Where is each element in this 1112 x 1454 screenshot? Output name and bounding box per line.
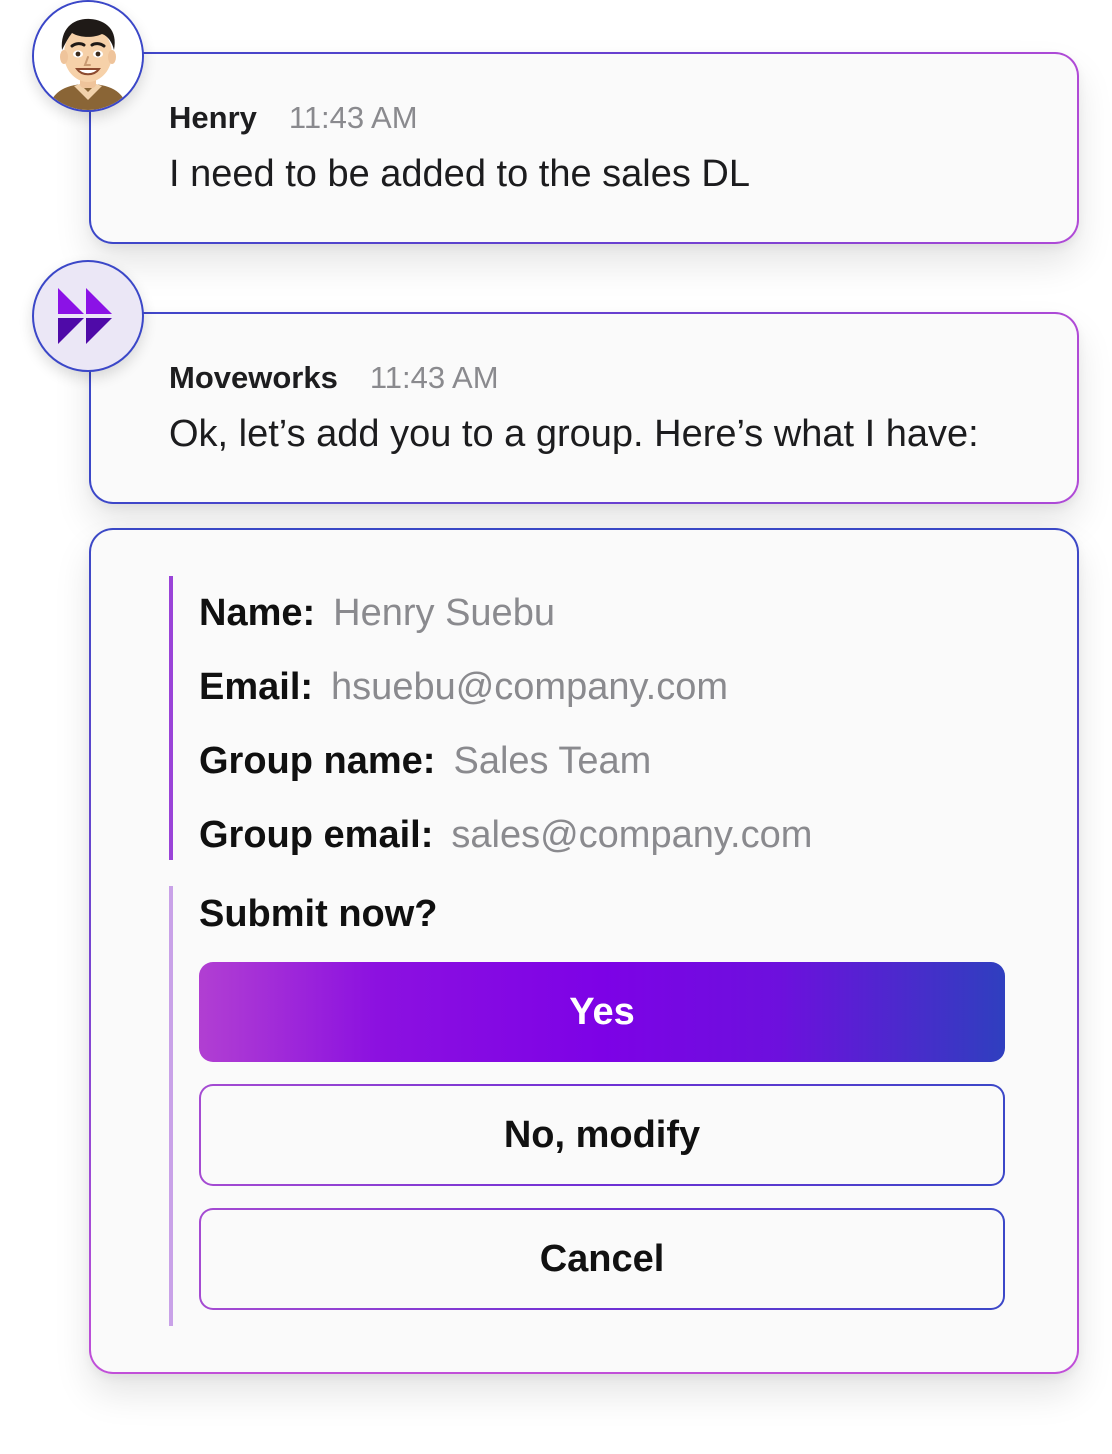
field-label: Name:: [199, 591, 316, 634]
message-header: Moveworks 11:43 AM: [169, 358, 499, 398]
message-text: Ok, let’s add you to a group. Here’s wha…: [169, 413, 979, 455]
moveworks-avatar: [32, 260, 144, 372]
field-group-name: Group name: Sales Team: [199, 724, 999, 798]
sender-name: Moveworks: [169, 360, 338, 395]
sender-name: Henry: [169, 100, 257, 135]
message-timestamp: 11:43 AM: [288, 100, 418, 135]
submit-section: Submit now? Yes No, modify Cancel: [169, 886, 1005, 1326]
message-timestamp: 11:43 AM: [369, 360, 499, 395]
request-details: Name: Henry Suebu Email: hsuebu@company.…: [169, 576, 999, 860]
user-avatar-icon: [34, 2, 142, 110]
moveworks-logo-icon: [58, 288, 112, 344]
field-value: hsuebu@company.com: [331, 665, 729, 708]
field-label: Group email:: [199, 813, 434, 856]
field-email: Email: hsuebu@company.com: [199, 650, 999, 724]
field-value: Henry Suebu: [333, 591, 555, 634]
field-value: Sales Team: [453, 739, 652, 782]
henry-avatar: [32, 0, 144, 112]
bot-message-card: Moveworks 11:43 AM Ok, let’s add you to …: [89, 312, 1079, 504]
field-label: Group name:: [199, 739, 436, 782]
submit-prompt: Submit now?: [199, 893, 438, 935]
modify-button[interactable]: No, modify: [199, 1084, 1005, 1186]
message-text: I need to be added to the sales DL: [169, 153, 750, 195]
field-label: Email:: [199, 665, 314, 708]
field-name: Name: Henry Suebu: [199, 576, 999, 650]
group-request-card: Name: Henry Suebu Email: hsuebu@company.…: [89, 528, 1079, 1374]
field-value: sales@company.com: [451, 813, 813, 856]
yes-button[interactable]: Yes: [199, 962, 1005, 1062]
user-message-card: Henry 11:43 AM I need to be added to the…: [89, 52, 1079, 244]
field-group-email: Group email: sales@company.com: [199, 798, 999, 872]
message-header: Henry 11:43 AM: [169, 98, 418, 138]
cancel-button[interactable]: Cancel: [199, 1208, 1005, 1310]
